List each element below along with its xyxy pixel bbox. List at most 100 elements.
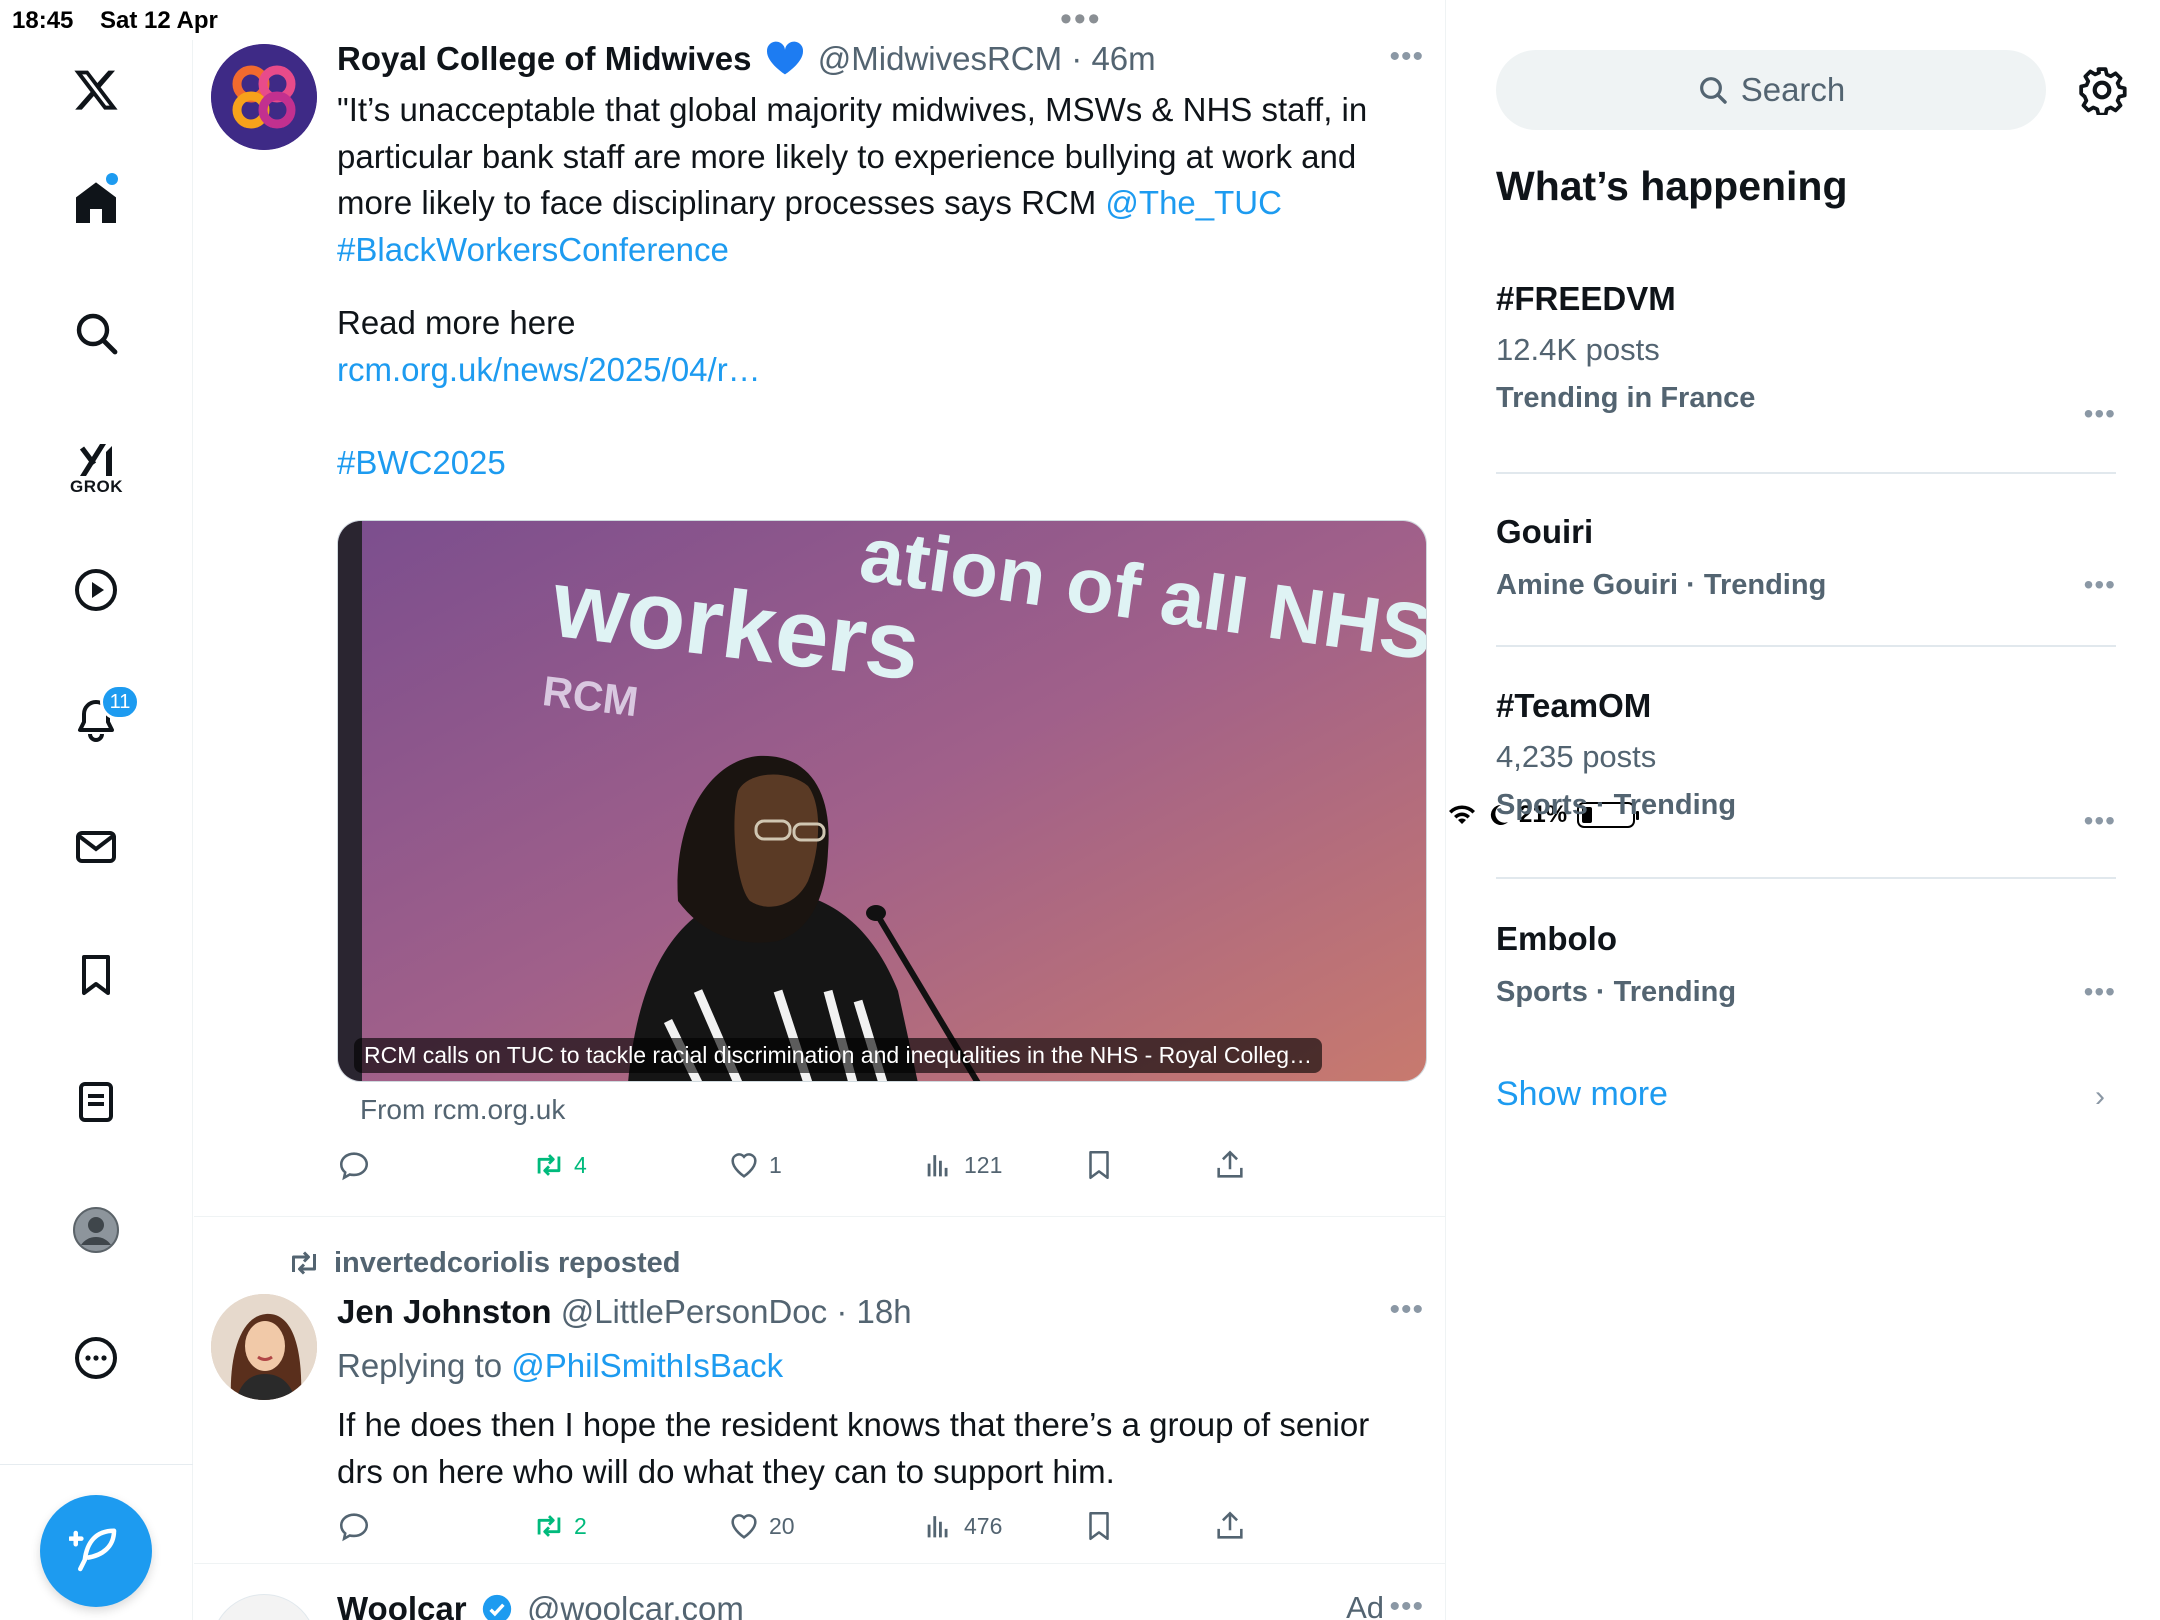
trend-item[interactable]: Gouiri Amine Gouiri · Trending ••• — [1496, 513, 2116, 602]
link-card[interactable]: ation of all NHS workers RCM RCM calls o… — [337, 520, 1427, 1082]
tweet-header: Woolcar @woolcar.com — [337, 1590, 744, 1620]
whats-happening-heading: What’s happening — [1496, 163, 1848, 209]
tweet-jen-johnston[interactable]: invertedcoriolis reposted Jen Johnston @… — [194, 1217, 1446, 1565]
trend-more-icon[interactable]: ••• — [2084, 398, 2116, 430]
home-icon[interactable] — [56, 163, 136, 243]
trend-context: Trending in France — [1496, 382, 1756, 414]
tweet-header: Jen Johnston @LittlePersonDoc · 18h — [337, 1293, 912, 1331]
grok-label: GROK — [70, 477, 123, 496]
trend-name: Gouiri — [1496, 513, 1594, 550]
retweet-button[interactable]: 2 — [532, 1509, 587, 1543]
hashtag-link[interactable]: #BWC2025 — [337, 440, 1417, 487]
trend-more-icon[interactable]: ••• — [2084, 569, 2116, 601]
read-more-text: Read more here — [337, 304, 576, 341]
like-count: 1 — [769, 1151, 782, 1178]
lists-icon[interactable] — [56, 1062, 136, 1142]
compose-feather-icon — [69, 1528, 117, 1572]
bookmark-button[interactable] — [1082, 1148, 1116, 1182]
trend-item[interactable]: #FREEDVM 12.4K posts Trending in France … — [1496, 280, 2116, 429]
tweet-header: Royal College of Midwives @MidwivesRCM ·… — [337, 40, 1156, 78]
tweet-more-icon[interactable]: ••• — [1389, 40, 1424, 74]
tweet-time[interactable]: · 46m — [1071, 40, 1155, 77]
left-navigation: GROK 11 — [0, 40, 193, 1620]
profile-icon[interactable] — [56, 1190, 136, 1270]
avatar-woolcar[interactable] — [211, 1594, 317, 1620]
tweet-time[interactable]: · 18h — [836, 1293, 911, 1330]
tweet-text-line: particular bank staff are more likely to… — [337, 137, 1357, 175]
search-bar[interactable]: Search — [1496, 50, 2046, 130]
trend-posts: 12.4K posts — [1496, 332, 1660, 367]
view-count: 476 — [964, 1512, 1003, 1539]
tweet-rcm[interactable]: Royal College of Midwives @MidwivesRCM ·… — [194, 0, 1446, 1218]
tweet-text-line: drs on here who will do what they can to… — [337, 1452, 1115, 1490]
trend-more-icon[interactable]: ••• — [2084, 805, 2116, 837]
views-button[interactable]: 121 — [922, 1148, 1002, 1182]
tweet-actions: 4 1 121 — [337, 1148, 1337, 1188]
timeline-feed: Royal College of Midwives @MidwivesRCM ·… — [194, 0, 1446, 1620]
x-logo-icon[interactable] — [56, 50, 136, 130]
repost-label[interactable]: invertedcoriolis reposted — [334, 1247, 681, 1280]
trend-context: Sports · Trending — [1496, 789, 1737, 821]
author-name[interactable]: Woolcar — [337, 1590, 467, 1620]
bookmarks-icon[interactable] — [56, 935, 136, 1015]
status-time: 18:45 — [12, 7, 74, 34]
share-button[interactable] — [1213, 1148, 1247, 1182]
card-source[interactable]: From rcm.org.uk — [360, 1094, 565, 1126]
retweet-icon — [537, 1154, 561, 1176]
tweet-text: "It’s unacceptable that global majority … — [337, 87, 1417, 487]
share-button[interactable] — [1213, 1509, 1247, 1543]
settings-gear-icon[interactable] — [2077, 65, 2127, 117]
share-icon — [1217, 1150, 1243, 1178]
show-more-link[interactable]: Show more — [1496, 1075, 1668, 1114]
video-icon[interactable] — [56, 550, 136, 630]
retweet-icon — [537, 1515, 561, 1537]
search-nav-icon[interactable] — [56, 293, 136, 373]
more-icon[interactable] — [56, 1318, 136, 1398]
share-icon — [1217, 1511, 1243, 1539]
reply-button[interactable] — [337, 1148, 371, 1182]
author-handle[interactable]: @MidwivesRCM — [818, 40, 1062, 77]
search-placeholder: Search — [1740, 71, 1846, 108]
blue-heart-icon — [766, 41, 803, 75]
author-name[interactable]: Jen Johnston — [337, 1293, 552, 1330]
reply-button[interactable] — [337, 1509, 371, 1543]
views-icon — [927, 1516, 948, 1538]
nav-divider — [0, 1464, 193, 1465]
url-link[interactable]: rcm.org.uk/news/2025/04/r… — [337, 347, 1417, 394]
like-button[interactable]: 20 — [727, 1509, 795, 1543]
avatar-jen-johnston[interactable] — [211, 1294, 317, 1400]
heart-icon — [731, 1514, 757, 1539]
mention-link[interactable]: @The_TUC — [1105, 184, 1282, 221]
retweet-button[interactable]: 4 — [532, 1148, 587, 1182]
tweet-more-icon[interactable]: ••• — [1389, 1293, 1424, 1327]
chevron-right-icon[interactable]: › — [2095, 1080, 2105, 1114]
trend-name: #FREEDVM — [1496, 280, 1676, 317]
hashtag-link[interactable]: #BlackWorkersConference — [337, 227, 1417, 274]
views-button[interactable]: 476 — [922, 1509, 1002, 1543]
avatar-rcm[interactable] — [211, 44, 317, 150]
replying-to-link[interactable]: @PhilSmithIsBack — [511, 1347, 783, 1384]
trend-name: Embolo — [1496, 920, 1617, 957]
author-handle[interactable]: @LittlePersonDoc — [561, 1293, 827, 1330]
trend-divider — [1496, 877, 2116, 879]
tweet-actions: 2 20 476 — [337, 1509, 1337, 1549]
trend-more-icon[interactable]: ••• — [2084, 976, 2116, 1008]
tweet-text: If he does then I hope the resident know… — [337, 1402, 1417, 1495]
author-handle[interactable]: @woolcar.com — [527, 1590, 744, 1620]
compose-post-button[interactable] — [40, 1495, 152, 1607]
replying-to: Replying to @PhilSmithIsBack — [337, 1347, 784, 1384]
trend-item[interactable]: #TeamOM 4,235 posts Sports · Trending ••… — [1496, 687, 2116, 836]
tweet-more-icon[interactable]: ••• — [1389, 1590, 1424, 1620]
home-unread-dot — [106, 173, 118, 185]
ad-label: Ad — [1346, 1590, 1384, 1620]
view-count: 121 — [964, 1151, 1003, 1178]
tweet-woolcar-ad[interactable]: Woolcar @woolcar.com Ad ••• — [194, 1564, 1446, 1620]
author-name[interactable]: Royal College of Midwives — [337, 40, 751, 77]
trend-posts: 4,235 posts — [1496, 739, 1657, 774]
like-button[interactable]: 1 — [727, 1148, 782, 1182]
tweet-text-line: If he does then I hope the resident know… — [337, 1406, 1370, 1443]
bookmark-button[interactable] — [1082, 1509, 1116, 1543]
search-icon — [1699, 77, 1727, 104]
messages-icon[interactable] — [56, 807, 136, 887]
trend-item[interactable]: Embolo Sports · Trending ••• — [1496, 920, 2116, 1009]
